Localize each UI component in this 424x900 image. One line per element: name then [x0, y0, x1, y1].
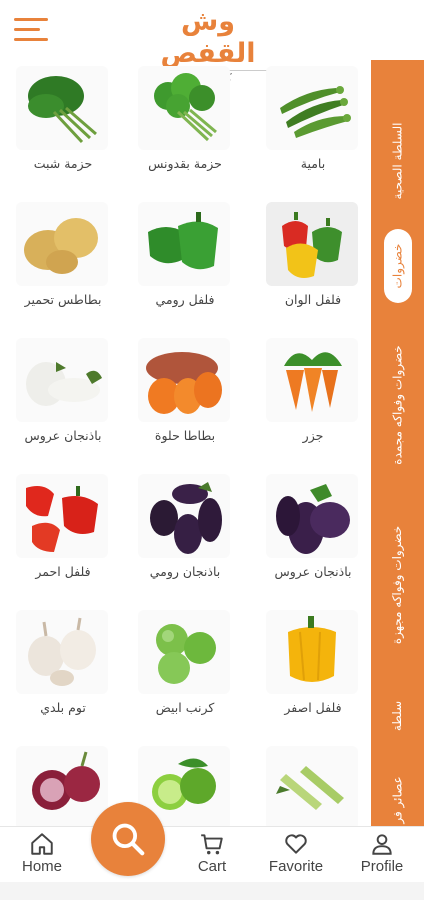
- category-label: خضروات وفواكه مجمدة: [390, 345, 405, 465]
- nav-favorite-label: Favorite: [268, 858, 324, 875]
- purple-eggplant-image: [266, 474, 358, 558]
- product-name: توم بلدي: [40, 700, 86, 715]
- category-label: خضروات: [390, 243, 405, 289]
- green-pepper-image: [138, 202, 230, 286]
- profile-icon: [372, 834, 392, 855]
- category-label: سلطة: [390, 700, 405, 732]
- nav-cart[interactable]: Cart: [176, 831, 248, 875]
- product-card[interactable]: باذنجان رومي: [130, 472, 240, 600]
- parsley-image: [138, 66, 230, 150]
- category-vegetables[interactable]: خضروات: [371, 228, 424, 304]
- nav-home-label: Home: [21, 858, 62, 875]
- product-card[interactable]: حزمة شبت: [8, 64, 118, 192]
- eggplant-image: [138, 474, 230, 558]
- nav-profile[interactable]: Profile: [346, 831, 418, 875]
- product-card[interactable]: كرنب ابيض: [130, 608, 240, 736]
- product-card[interactable]: توم بلدي: [8, 608, 118, 736]
- product-name: فلفل اصفر: [284, 700, 342, 715]
- product-card[interactable]: حزمة بقدونس: [130, 64, 240, 192]
- category-label: عصائر فر: [390, 776, 405, 824]
- product-card[interactable]: بطاطس تحمير: [8, 200, 118, 328]
- product-name: بامية: [300, 156, 326, 171]
- product-card[interactable]: فلفل احمر: [8, 472, 118, 600]
- product-card[interactable]: باذنجان عروس: [258, 472, 368, 600]
- product-name: حزمة شبت: [33, 156, 93, 171]
- heart-icon: [285, 834, 307, 854]
- home-icon: [31, 833, 53, 855]
- nav-home[interactable]: Home: [6, 831, 78, 875]
- dill-image: [16, 66, 108, 150]
- product-name: باذنجان عروس: [24, 428, 102, 443]
- product-card[interactable]: بطاطا حلوة: [130, 336, 240, 464]
- product-card[interactable]: بامية: [258, 64, 368, 192]
- bottom-navigation: Home Cart Favorite Profile: [0, 826, 424, 882]
- product-name: باذنجان عروس: [274, 564, 352, 579]
- product-name: فلفل رومي: [155, 292, 215, 307]
- red-onion-image: [16, 746, 108, 830]
- category-salad[interactable]: سلطة: [371, 686, 424, 746]
- product-card[interactable]: [258, 744, 368, 830]
- red-pepper-image: [16, 474, 108, 558]
- category-prepared[interactable]: خضروات وفواكه مجهزة: [371, 500, 424, 670]
- nav-favorite[interactable]: Favorite: [260, 831, 332, 875]
- product-name: فلفل احمر: [35, 564, 91, 579]
- product-grid: بامية حزمة بقدونس حزمة شبت فلفل الوان فل…: [0, 60, 371, 830]
- product-name: حزمة بقدونس: [148, 156, 222, 171]
- colored-peppers-image: [266, 202, 358, 286]
- okra-image: [266, 66, 358, 150]
- carrots-image: [266, 338, 358, 422]
- system-bar: [0, 882, 424, 900]
- product-name: باذنجان رومي: [149, 564, 221, 579]
- cart-icon: [201, 834, 223, 855]
- product-name: كرنب ابيض: [155, 700, 215, 715]
- product-name: جزر: [302, 428, 324, 443]
- nav-cart-label: Cart: [197, 858, 227, 875]
- category-label: خضروات وفواكه مجهزة: [390, 525, 405, 645]
- product-name: بطاطا حلوة: [154, 428, 216, 443]
- menu-icon[interactable]: [14, 18, 48, 42]
- active-category-pill: خضروات: [383, 229, 412, 303]
- search-icon: [112, 823, 145, 856]
- category-juices[interactable]: عصائر فر: [371, 760, 424, 830]
- category-sidebar: السلطة الصحية خضروات خضروات وفواكه مجمدة…: [371, 60, 424, 830]
- product-card[interactable]: فلفل رومي: [130, 200, 240, 328]
- category-label: السلطة الصحية: [390, 122, 405, 200]
- sweet-potato-image: [138, 338, 230, 422]
- product-card[interactable]: جزر: [258, 336, 368, 464]
- product-card[interactable]: فلفل اصفر: [258, 608, 368, 736]
- white-eggplant-image: [16, 338, 108, 422]
- potatoes-image: [16, 202, 108, 286]
- product-name: فلفل الوان: [284, 292, 342, 307]
- product-name: بطاطس تحمير: [24, 292, 102, 307]
- nav-profile-label: Profile: [360, 858, 404, 875]
- app-logo: وش القفص كلها طازة: [130, 6, 286, 85]
- yellow-pepper-image: [266, 610, 358, 694]
- app-header: وش القفص كلها طازة: [0, 0, 424, 85]
- category-frozen[interactable]: خضروات وفواكه مجمدة: [371, 320, 424, 490]
- brussels-sprouts-image: [138, 610, 230, 694]
- zucchini-image: [266, 746, 358, 830]
- product-card[interactable]: باذنجان عروس: [8, 336, 118, 464]
- search-button[interactable]: [91, 802, 165, 876]
- product-card[interactable]: فلفل الوان: [258, 200, 368, 328]
- category-healthy-salad[interactable]: السلطة الصحية: [371, 96, 424, 226]
- garlic-image: [16, 610, 108, 694]
